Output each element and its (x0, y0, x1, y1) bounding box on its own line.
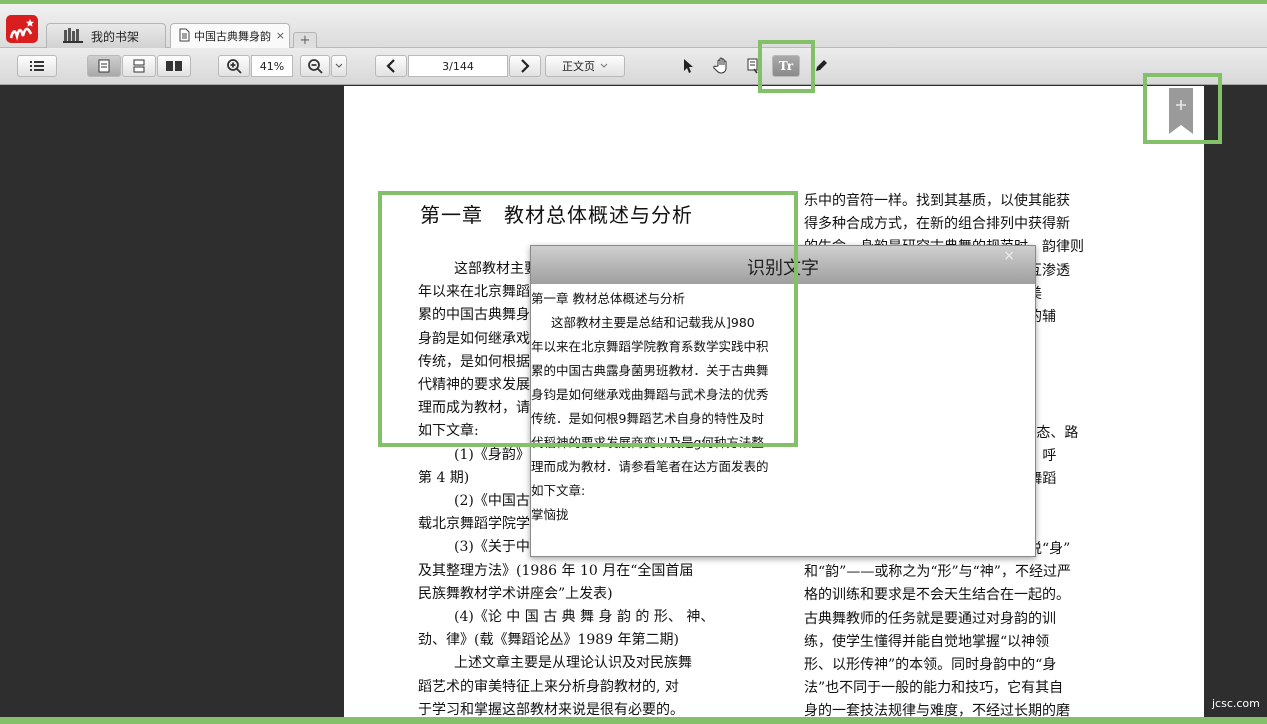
ocr-result-dialog: 识别文字 × 第一章 教材总体概述与分析 这部教材主要是总结和记载我从]980 … (530, 245, 1036, 557)
pen-icon (814, 59, 828, 73)
text-line: 民族舞教材学术讲座会”上发表) (418, 585, 613, 602)
cursor-icon (682, 58, 694, 74)
app-logo-icon[interactable] (5, 14, 39, 44)
text-line: 古典舞教师的任务就是要通过对身韵的训 (804, 610, 1056, 627)
text-line: 格的训练和要求是不会天生结合在一起的。 (804, 587, 1070, 604)
book-icon (165, 59, 183, 73)
ocr-line: 代稻神的要求发展商变以及是g何种方法整 (531, 435, 764, 450)
continuous-page-button[interactable] (122, 55, 156, 77)
ocr-text-area[interactable]: 第一章 教材总体概述与分析 这部教材主要是总结和记载我从]980 年以来在北京舞… (531, 284, 1035, 527)
toc-button[interactable] (17, 55, 57, 77)
text-recognition-icon: Tr (778, 59, 794, 73)
select-tool-button[interactable] (675, 55, 701, 77)
text-line: 身的一套技法规律与难度，不经过长期的磨 (804, 703, 1070, 717)
dialog-title-bar[interactable]: 识别文字 × (531, 246, 1035, 284)
ocr-text-button[interactable]: Tr (772, 55, 800, 77)
chevron-down-icon (335, 63, 343, 69)
list-icon (29, 60, 45, 72)
continuous-page-icon (132, 59, 146, 73)
tab-close-icon[interactable]: × (276, 29, 285, 42)
text-line: 及其整理方法》(1986 年 10 月在“全国首届 (418, 562, 694, 579)
bottom-border (0, 717, 1267, 724)
page-type-label: 正文页 (562, 60, 595, 73)
chevron-left-icon (386, 59, 396, 73)
document-icon (179, 28, 190, 45)
watermark: jcsc.com (1212, 697, 1260, 710)
zoom-level-field[interactable]: 41% (251, 55, 293, 77)
text-line: 法”也不同于一般的能力和技巧，它有其自 (804, 680, 1064, 697)
tab-document[interactable]: 中国古典舞身韵 × (170, 23, 290, 48)
ocr-line: 年以来在北京舞蹈学院教育系数学实践中积 (531, 339, 769, 354)
pen-tool-button[interactable] (808, 55, 834, 77)
text-select-tool-button[interactable] (740, 55, 766, 77)
double-page-button[interactable] (157, 55, 191, 77)
bookshelf-icon (63, 27, 85, 46)
text-line: 和“韵”——或称之为“形”与“神”，不经过严 (804, 564, 1071, 581)
dialog-title: 识别文字 (747, 258, 819, 279)
zoom-in-button[interactable] (218, 55, 250, 77)
text-line: 于学习和掌握这部教材来说是很有必要的。 (418, 701, 684, 717)
toolbar: 41% 3/144 正文页 Tr (0, 48, 1267, 85)
page-type-dropdown[interactable]: 正文页 (545, 55, 625, 77)
ocr-line: 掌恼拢 (531, 507, 569, 522)
new-tab-button[interactable]: + (293, 32, 317, 48)
ocr-line: 累的中国古典露身菌男班教材．关于古典舞 (531, 363, 769, 378)
zoom-out-icon (307, 58, 323, 74)
chevron-right-icon (520, 59, 530, 73)
text-line: 形、以形传神”的本领。同时身韵中的“身 (804, 657, 1057, 674)
bookmark-icon[interactable] (1168, 88, 1194, 136)
hand-icon (713, 57, 731, 75)
single-page-icon (97, 59, 111, 73)
ocr-line: 身钧是如何继承戏曲舞蹈与武术身法的优秀 (531, 387, 769, 402)
ocr-line: 第一章 教材总体概述与分析 (531, 291, 685, 306)
chapter-title: 第一章 教材总体概述与分析 (420, 203, 693, 227)
zoom-in-icon (226, 58, 242, 74)
ocr-line: 这部教材主要是总结和记载我从]980 (551, 315, 755, 330)
tab-document-label: 中国古典舞身韵 (194, 30, 271, 43)
tab-bookshelf-label: 我的书架 (91, 29, 140, 44)
page-number-field[interactable]: 3/144 (408, 55, 508, 77)
text-select-icon (746, 58, 760, 74)
text-line: 上述文章主要是从理论认识及对民族舞 (454, 655, 692, 672)
text-line: 得多种合成方式，在新的组合排列中获得新 (804, 216, 1070, 233)
ocr-line: 如下文章: (531, 483, 586, 498)
hand-tool-button[interactable] (707, 55, 737, 77)
chevron-down-icon (600, 63, 608, 69)
tab-bookshelf[interactable]: 我的书架 (46, 23, 166, 48)
text-line: 练，使学生懂得并能自觉地掌握“以神领 (804, 633, 1050, 650)
text-line: 乐中的音符一样。找到其基质，以使其能获 (804, 193, 1070, 209)
text-line: (4)《论 中 国 古 典 舞 身 韵 的 形、 神、 (454, 609, 715, 626)
zoom-out-button[interactable] (300, 55, 330, 77)
dialog-close-icon[interactable]: × (1003, 248, 1015, 264)
previous-page-button[interactable] (375, 55, 407, 77)
tab-bar: 我的书架 中国古典舞身韵 × + (0, 4, 1267, 48)
text-line: 劲、律》(载《舞蹈论丛》1989 年第二期) (418, 632, 680, 649)
single-page-button[interactable] (87, 55, 121, 77)
next-page-button[interactable] (509, 55, 541, 77)
zoom-dropdown-button[interactable] (331, 55, 347, 77)
ocr-line: 理而成为教材．请参看笔者在达方面发表的 (531, 459, 769, 474)
ocr-line: 传统．是如何根9舞蹈艺术自身的特性及时 (531, 411, 764, 426)
text-line: 蹈艺术的审美特征上来分析身韵教材的, 对 (418, 678, 679, 695)
